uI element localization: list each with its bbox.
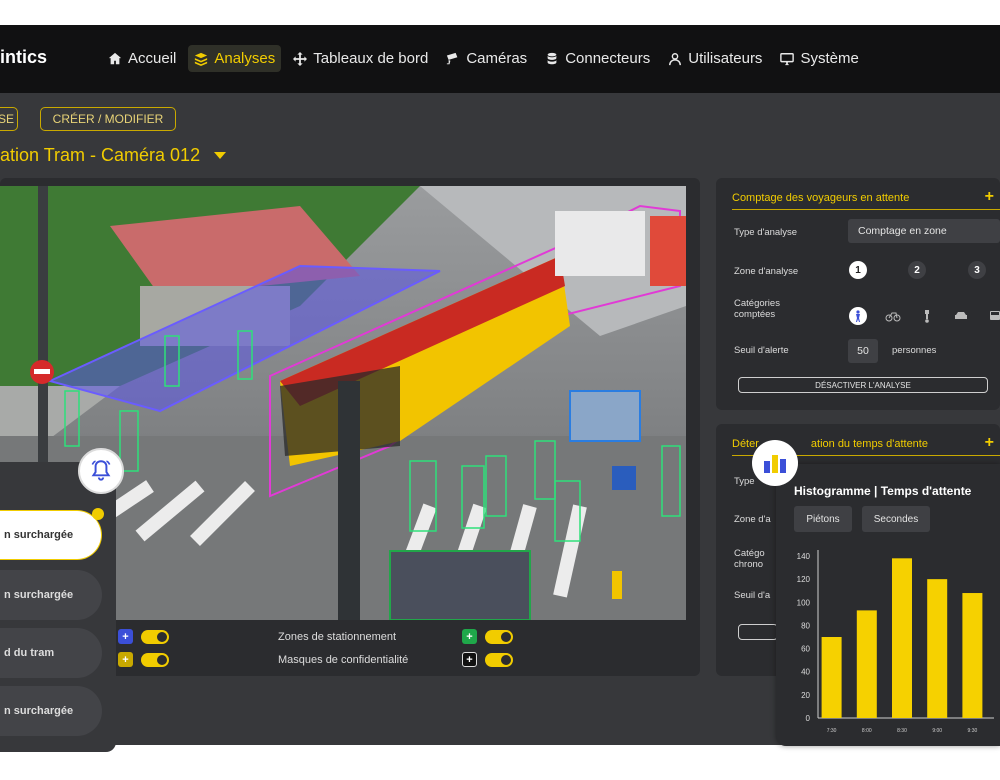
- histogram-bar: [927, 579, 948, 718]
- histogram-bar: [856, 610, 877, 718]
- x-tick-label: 9:30: [968, 728, 978, 734]
- y-tick-label: 120: [797, 575, 811, 584]
- histogram-bar: [892, 558, 912, 718]
- panel-header: Comptage des voyageurs en attente +: [732, 186, 1000, 210]
- y-tick-label: 40: [801, 668, 810, 677]
- y-tick-label: 80: [801, 621, 810, 630]
- user-icon: [669, 52, 682, 65]
- analysis-type-select[interactable]: Comptage en zone: [848, 219, 1000, 243]
- nav-connecteurs[interactable]: Connecteurs: [539, 45, 656, 72]
- brand-logo: intics: [0, 47, 48, 67]
- unread-dot: [92, 508, 104, 520]
- car-icon[interactable]: [952, 307, 970, 325]
- type-label: Type d'analyse: [734, 227, 798, 238]
- zone-label: Zone d'analyse: [734, 266, 799, 277]
- bus-icon[interactable]: [986, 307, 1000, 325]
- nav-utilisateurs[interactable]: Utilisateurs: [662, 45, 768, 72]
- nav-label: Analyses: [214, 50, 276, 67]
- histogram-chart: 0 20 40 60 80 100 120 140 7:30 8:00 8:30 9:00 9:30: [797, 550, 994, 734]
- toggle-privacy-masks: Masques de confidentialité +: [278, 652, 513, 667]
- deactivate-analysis-button[interactable]: DÉSACTIVER L'ANALYSE: [738, 377, 988, 393]
- notification-item[interactable]: n surchargée: [0, 510, 102, 560]
- zone-option-1[interactable]: 1: [849, 261, 867, 279]
- zone-option-2[interactable]: 2: [908, 261, 926, 279]
- y-tick-label: 60: [801, 645, 810, 654]
- x-tick-label: 7:30: [827, 728, 837, 734]
- add-icon[interactable]: +: [118, 629, 133, 644]
- nav-cameras[interactable]: Caméras: [440, 45, 533, 72]
- x-tick-label: 8:00: [862, 728, 872, 734]
- add-icon[interactable]: +: [985, 434, 994, 452]
- toggle-switch[interactable]: [141, 629, 169, 644]
- nav-label: Caméras: [466, 50, 528, 67]
- toggle-row-2: +: [118, 652, 169, 667]
- chevron-down-icon: [214, 152, 227, 159]
- nav-systeme[interactable]: Système: [774, 45, 864, 72]
- camera-icon: [447, 52, 458, 64]
- home-icon: [108, 52, 122, 64]
- counting-panel: Comptage des voyageurs en attente + Type…: [716, 178, 1000, 410]
- y-tick-label: 20: [801, 691, 810, 700]
- notification-item[interactable]: d du tram: [0, 628, 102, 678]
- add-icon[interactable]: +: [462, 652, 477, 667]
- nav-label: Utilisateurs: [688, 50, 763, 67]
- categories-label: Catégories comptées: [734, 298, 780, 320]
- x-tick-label: 8:30: [897, 728, 907, 734]
- toggle-row-1: +: [118, 629, 169, 644]
- type-label: Type: [734, 476, 755, 487]
- zone-option-3[interactable]: 3: [968, 261, 986, 279]
- threshold-unit: personnes: [892, 345, 937, 356]
- toggle-label: Masques de confidentialité: [278, 653, 409, 666]
- pedestrian-icon[interactable]: [849, 307, 867, 325]
- add-icon[interactable]: +: [462, 629, 477, 644]
- y-tick-label: 0: [806, 714, 811, 723]
- histogram-card: Histogramme | Temps d'attente Piétons Se…: [776, 464, 1000, 746]
- monitor-icon: [780, 52, 795, 65]
- analysis-selector[interactable]: ation Tram - Caméra 012: [0, 145, 227, 166]
- bar-chart-icon: [752, 440, 798, 486]
- consult-button[interactable]: SE: [0, 107, 18, 131]
- top-navbar: intics Accueil Analyses Tableaux de bord…: [0, 25, 1000, 93]
- threshold-label: Seuil d'alerte: [734, 345, 789, 356]
- zone-label: Zone d'a: [734, 514, 771, 525]
- bicycle-icon[interactable]: [884, 307, 902, 325]
- nav-label: Accueil: [128, 50, 177, 67]
- nav-label: Connecteurs: [565, 50, 651, 67]
- histogram-bar: [821, 637, 842, 718]
- database-icon: [547, 52, 557, 64]
- toggle-switch[interactable]: [141, 652, 169, 667]
- panel-title-left: Déter: [732, 437, 759, 450]
- toggle-switch[interactable]: [485, 629, 513, 644]
- notification-item[interactable]: n surchargée: [0, 570, 102, 620]
- nav-accueil[interactable]: Accueil: [102, 45, 182, 72]
- nav-label: Tableaux de bord: [313, 50, 429, 67]
- categories-label: Catégo chrono: [734, 548, 765, 570]
- add-icon[interactable]: +: [118, 652, 133, 667]
- create-edit-button[interactable]: CRÉER / MODIFIER: [40, 107, 176, 131]
- panel-title: Comptage des voyageurs en attente: [732, 191, 910, 204]
- y-tick-label: 140: [797, 552, 811, 561]
- main-nav: Accueil Analyses Tableaux de bord Caméra…: [102, 45, 865, 72]
- page-title: ation Tram - Caméra 012: [0, 145, 201, 165]
- nav-tableaux[interactable]: Tableaux de bord: [287, 45, 434, 72]
- nav-label: Système: [800, 50, 859, 67]
- y-tick-label: 100: [797, 598, 811, 607]
- add-icon[interactable]: +: [985, 188, 994, 206]
- toggle-switch[interactable]: [485, 652, 513, 667]
- panel-title-right: ation du temps d'attente: [810, 437, 928, 450]
- notifications-panel: n surchargée n surchargée d du tram n su…: [0, 462, 116, 752]
- toggle-parking-zones: Zones de stationnement +: [278, 629, 513, 644]
- move-icon: [293, 51, 308, 66]
- scooter-icon[interactable]: [918, 307, 936, 325]
- notification-item[interactable]: n surchargée: [0, 686, 102, 736]
- threshold-label: Seuil d'a: [734, 590, 771, 601]
- threshold-input[interactable]: 50: [848, 339, 878, 363]
- deactivate-analysis-button[interactable]: [738, 624, 778, 640]
- x-tick-label: 9:00: [932, 728, 942, 734]
- toggle-label: Zones de stationnement: [278, 630, 397, 643]
- histogram-bar: [962, 593, 983, 718]
- nav-analyses[interactable]: Analyses: [188, 45, 282, 72]
- bell-icon[interactable]: [78, 448, 124, 494]
- layers-icon: [195, 52, 208, 66]
